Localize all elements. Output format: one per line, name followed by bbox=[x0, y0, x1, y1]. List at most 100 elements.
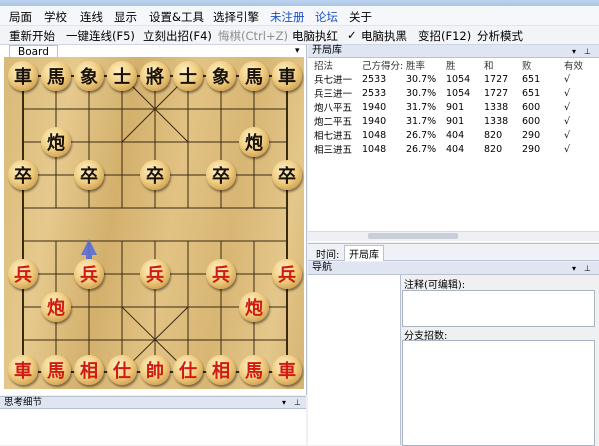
piece-black-elephant-right[interactable]: 象 bbox=[206, 61, 236, 91]
table-header-row: 招法 己方得分: 胜率 胜 和 败 有效 bbox=[314, 58, 590, 72]
piece-black-cannon-left[interactable]: 炮 bbox=[41, 127, 71, 157]
piece-red-elephant-right[interactable]: 相 bbox=[206, 355, 236, 385]
piece-red-advisor-left[interactable]: 仕 bbox=[107, 355, 137, 385]
cell-wins: 1054 bbox=[446, 87, 471, 99]
table-row[interactable]: 炮八平五 1940 31.7% 901 1338 600 √ bbox=[314, 100, 590, 115]
change-move-button[interactable]: 变招(F12) bbox=[418, 28, 471, 44]
piece-red-pawn[interactable]: 兵 bbox=[74, 259, 104, 289]
menu-item-select-engine[interactable]: 选择引擎 bbox=[213, 9, 259, 25]
piece-black-pawn[interactable]: 卒 bbox=[74, 160, 104, 190]
piece-red-chariot-right[interactable]: 車 bbox=[272, 355, 302, 385]
table-row[interactable]: 相七进五 1048 26.7% 404 820 290 √ bbox=[314, 128, 590, 143]
column-header-draws[interactable]: 和 bbox=[484, 58, 522, 72]
piece-black-general[interactable]: 將 bbox=[140, 61, 170, 91]
dropdown-icon[interactable]: ▾ bbox=[572, 263, 576, 275]
piece-red-chariot-left[interactable]: 車 bbox=[8, 355, 38, 385]
branch-moves-list[interactable] bbox=[402, 340, 595, 446]
pin-icon[interactable]: ⊥ bbox=[584, 263, 591, 275]
piece-black-chariot-left[interactable]: 車 bbox=[8, 61, 38, 91]
piece-black-horse-left[interactable]: 馬 bbox=[41, 61, 71, 91]
dropdown-icon[interactable]: ▾ bbox=[572, 46, 576, 58]
piece-black-elephant-left[interactable]: 象 bbox=[74, 61, 104, 91]
piece-red-general[interactable]: 帥 bbox=[140, 355, 170, 385]
piece-black-pawn[interactable]: 卒 bbox=[272, 160, 302, 190]
navigation-move-list[interactable] bbox=[308, 275, 401, 445]
table-row[interactable]: 炮二平五 1940 31.7% 901 1338 600 √ bbox=[314, 114, 590, 129]
board-pin-icon[interactable]: ▾ bbox=[295, 46, 300, 56]
horizontal-scrollbar[interactable] bbox=[308, 231, 599, 241]
menu-item-school[interactable]: 学校 bbox=[44, 9, 67, 25]
menu-item-position[interactable]: 局面 bbox=[9, 9, 32, 25]
piece-black-horse-right[interactable]: 馬 bbox=[239, 61, 269, 91]
analysis-mode-button[interactable]: 分析模式 bbox=[477, 28, 523, 44]
move-now-button[interactable]: 立刻出招(F4) bbox=[143, 28, 212, 44]
cell-losses: 651 bbox=[522, 87, 541, 99]
column-header-losses[interactable]: 败 bbox=[522, 58, 564, 72]
piece-red-pawn[interactable]: 兵 bbox=[8, 259, 38, 289]
column-header-score[interactable]: 己方得分: bbox=[362, 58, 406, 72]
piece-black-cannon-right[interactable]: 炮 bbox=[239, 127, 269, 157]
cell-wins: 404 bbox=[446, 129, 465, 141]
table-row[interactable]: 兵三进一 2533 30.7% 1054 1727 651 √ bbox=[314, 86, 590, 101]
cell-valid: √ bbox=[564, 129, 571, 141]
cell-move: 相七进五 bbox=[314, 131, 353, 142]
piece-red-elephant-left[interactable]: 相 bbox=[74, 355, 104, 385]
cell-losses: 600 bbox=[522, 115, 541, 127]
piece-red-advisor-right[interactable]: 仕 bbox=[173, 355, 203, 385]
menu-item-display[interactable]: 显示 bbox=[114, 9, 137, 25]
one-click-connect-button[interactable]: 一键连线(F5) bbox=[66, 28, 135, 44]
piece-black-pawn[interactable]: 卒 bbox=[140, 160, 170, 190]
piece-black-advisor-left[interactable]: 士 bbox=[107, 61, 137, 91]
column-header-move[interactable]: 招法 bbox=[314, 58, 362, 72]
cell-draws: 1338 bbox=[484, 101, 509, 113]
piece-black-pawn[interactable]: 卒 bbox=[206, 160, 236, 190]
piece-red-pawn[interactable]: 兵 bbox=[272, 259, 302, 289]
column-header-wins[interactable]: 胜 bbox=[446, 58, 484, 72]
opening-book-table: 招法 己方得分: 胜率 胜 和 败 有效 兵七进一 2533 30.7% 105… bbox=[308, 58, 599, 242]
cell-score: 2533 bbox=[362, 73, 387, 85]
cell-valid: √ bbox=[564, 73, 571, 85]
cell-valid: √ bbox=[564, 87, 571, 99]
piece-red-pawn[interactable]: 兵 bbox=[140, 259, 170, 289]
tab-opening-book[interactable]: 开局库 bbox=[344, 245, 384, 261]
xiangqi-board[interactable]: 車 馬 象 士 將 士 象 馬 車 炮 炮 卒 卒 卒 卒 卒 兵 兵 兵 兵 … bbox=[4, 57, 304, 389]
cell-draws: 1727 bbox=[484, 87, 509, 99]
column-header-win-rate[interactable]: 胜率 bbox=[406, 58, 446, 72]
cell-win-rate: 30.7% bbox=[406, 73, 437, 85]
tab-time[interactable]: 时间: bbox=[312, 246, 343, 261]
undo-button[interactable]: 悔棋(Ctrl+Z) bbox=[218, 28, 288, 44]
piece-red-cannon-left[interactable]: 炮 bbox=[41, 292, 71, 322]
pin-icon[interactable]: ⊥ bbox=[294, 397, 301, 408]
pin-icon[interactable]: ⊥ bbox=[584, 46, 591, 58]
cell-wins: 901 bbox=[446, 115, 465, 127]
piece-red-cannon-right[interactable]: 炮 bbox=[239, 292, 269, 322]
piece-black-advisor-right[interactable]: 士 bbox=[173, 61, 203, 91]
menu-item-settings-tools[interactable]: 设置&工具 bbox=[149, 9, 204, 25]
piece-black-chariot-right[interactable]: 車 bbox=[272, 61, 302, 91]
table-row[interactable]: 相三进五 1048 26.7% 404 820 290 √ bbox=[314, 142, 590, 157]
table-row[interactable]: 兵七进一 2533 30.7% 1054 1727 651 √ bbox=[314, 72, 590, 87]
piece-red-horse-left[interactable]: 馬 bbox=[41, 355, 71, 385]
computer-black-button[interactable]: 电脑执黑 bbox=[361, 28, 407, 44]
menu-bar: 局面 学校 连线 显示 设置&工具 选择引擎 未注册 论坛 关于 bbox=[0, 6, 599, 26]
restart-button[interactable]: 重新开始 bbox=[9, 28, 55, 44]
cell-move: 炮八平五 bbox=[314, 103, 353, 114]
piece-black-pawn[interactable]: 卒 bbox=[8, 160, 38, 190]
toolbar: 重新开始 一键连线(F5) 立刻出招(F4) 悔棋(Ctrl+Z) 电脑执红 ✓… bbox=[0, 26, 599, 45]
thinking-details-title: 思考细节 bbox=[4, 397, 43, 408]
column-header-valid[interactable]: 有效 bbox=[564, 58, 590, 72]
scrollbar-thumb[interactable] bbox=[368, 233, 458, 239]
cell-draws: 1727 bbox=[484, 73, 509, 85]
computer-red-button[interactable]: 电脑执红 bbox=[292, 28, 338, 44]
dropdown-icon[interactable]: ▾ bbox=[282, 397, 286, 408]
piece-red-pawn[interactable]: 兵 bbox=[206, 259, 236, 289]
menu-item-about[interactable]: 关于 bbox=[349, 9, 372, 25]
cell-move: 炮二平五 bbox=[314, 117, 353, 128]
note-textarea[interactable] bbox=[402, 290, 595, 327]
menu-item-unregistered[interactable]: 未注册 bbox=[270, 9, 305, 25]
menu-item-connect[interactable]: 连线 bbox=[80, 9, 103, 25]
menu-item-forum[interactable]: 论坛 bbox=[315, 9, 338, 25]
cell-draws: 820 bbox=[484, 129, 503, 141]
cell-score: 1940 bbox=[362, 101, 387, 113]
piece-red-horse-right[interactable]: 馬 bbox=[239, 355, 269, 385]
